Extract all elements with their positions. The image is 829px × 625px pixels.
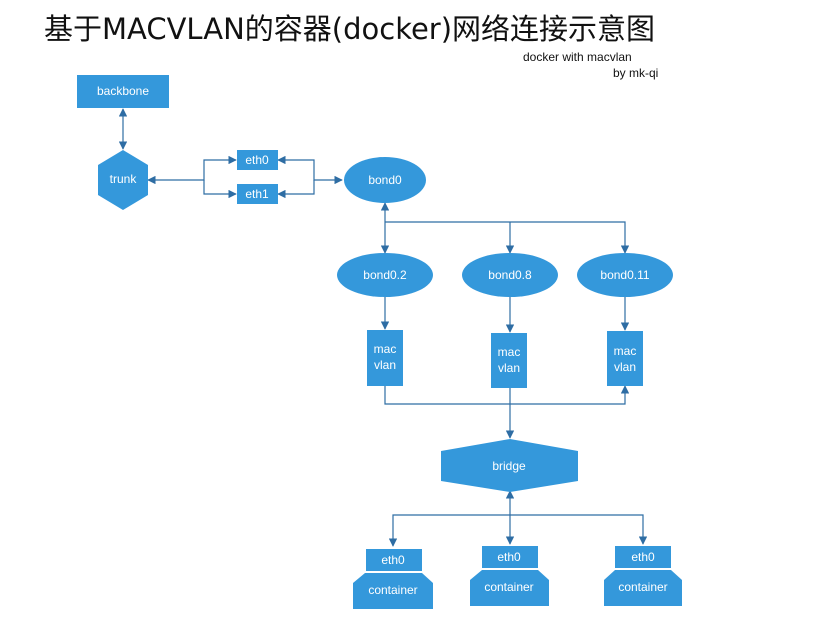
label-bond0-8: bond0.8 (488, 268, 532, 282)
label-container-1-eth0: eth0 (381, 553, 405, 567)
label-trunk: trunk (110, 172, 138, 186)
edge-eth0-bond0 (277, 155, 343, 185)
edge-macvlan-bus (384, 385, 630, 405)
label-container-3-eth0: eth0 (631, 550, 655, 564)
label-macvlan-2-line1: mac (498, 345, 521, 359)
label-macvlan-3-line1: mac (614, 344, 637, 358)
edge-eth1-bond0 (277, 180, 315, 199)
label-eth1: eth1 (245, 187, 269, 201)
label-bond0-11: bond0.11 (600, 268, 649, 282)
label-backbone: backbone (97, 84, 149, 98)
edge-trunk-eth (147, 155, 237, 185)
label-macvlan-3-line2: vlan (614, 360, 636, 374)
edge-trunk-eth1 (203, 180, 237, 199)
label-macvlan-1-line1: mac (374, 342, 397, 356)
label-container-3: container (618, 580, 667, 594)
label-container-2: container (484, 580, 533, 594)
label-macvlan-2-line2: vlan (498, 361, 520, 375)
label-container-1: container (368, 583, 417, 597)
edge-bridge-bus (388, 514, 648, 547)
label-eth0: eth0 (245, 153, 269, 167)
label-macvlan-1-line2: vlan (374, 358, 396, 372)
label-bond0-2: bond0.2 (363, 268, 407, 282)
label-container-2-eth0: eth0 (497, 550, 521, 564)
label-bridge: bridge (492, 459, 526, 473)
label-bond0: bond0 (368, 173, 402, 187)
network-diagram: backbone trunk eth0 eth1 bond0 bond0.2 b… (77, 75, 682, 609)
edge-bond0-bus (385, 221, 630, 254)
node-macvlan-3 (607, 331, 643, 386)
